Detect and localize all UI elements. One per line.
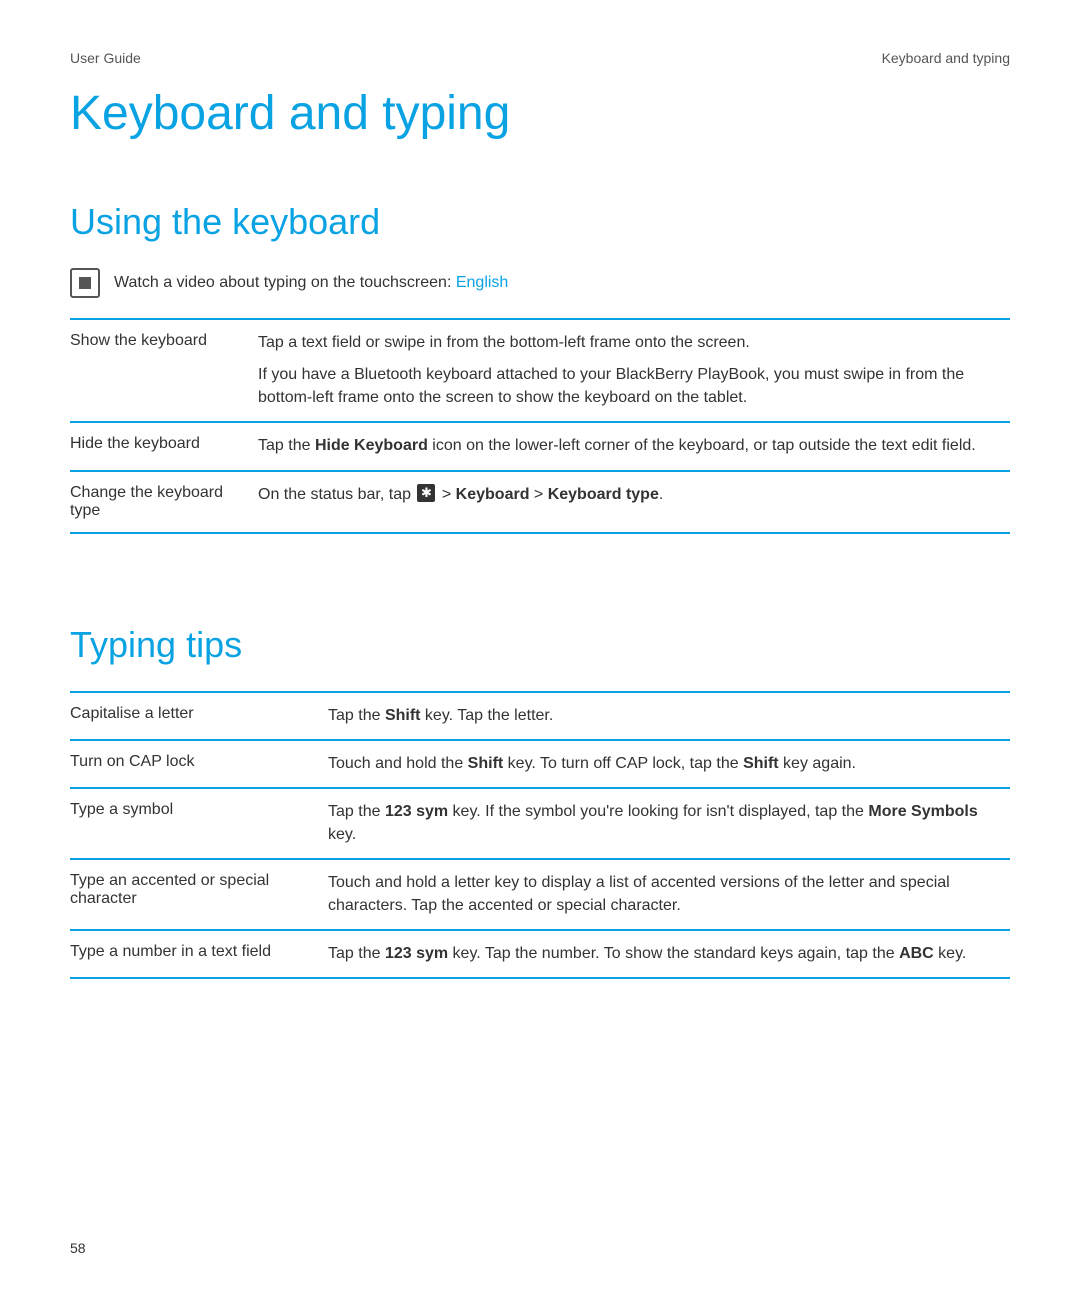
row-label: Show the keyboard — [70, 319, 258, 422]
table-row: Type a symbolTap the 123 sym key. If the… — [70, 788, 1010, 859]
table-row: Show the keyboardTap a text field or swi… — [70, 319, 1010, 422]
row-label: Type a symbol — [70, 788, 328, 859]
row-label: Hide the keyboard — [70, 422, 258, 470]
settings-icon: ✱ — [417, 484, 435, 502]
row-content: Tap the 123 sym key. If the symbol you'r… — [328, 788, 1010, 859]
video-link[interactable]: English — [456, 274, 508, 291]
table-row: Type a number in a text fieldTap the 123… — [70, 930, 1010, 978]
row-label: Change the keyboard type — [70, 471, 258, 533]
row-label: Capitalise a letter — [70, 692, 328, 740]
row-label: Type an accented or special character — [70, 859, 328, 930]
table-row: Type an accented or special characterTou… — [70, 859, 1010, 930]
keyboard-actions-table: Show the keyboardTap a text field or swi… — [70, 318, 1010, 534]
row-content: Touch and hold the Shift key. To turn of… — [328, 740, 1010, 788]
row-content: On the status bar, tap ✱ > Keyboard > Ke… — [258, 471, 1010, 533]
row-content: Tap the Hide Keyboard icon on the lower-… — [258, 422, 1010, 470]
row-content: Tap a text field or swipe in from the bo… — [258, 319, 1010, 422]
row-content: Tap the 123 sym key. Tap the number. To … — [328, 930, 1010, 978]
page-title: Keyboard and typing — [70, 86, 1010, 141]
table-row: Capitalise a letterTap the Shift key. Ta… — [70, 692, 1010, 740]
row-content: Tap the Shift key. Tap the letter. — [328, 692, 1010, 740]
row-label: Turn on CAP lock — [70, 740, 328, 788]
section-heading: Typing tips — [70, 624, 1010, 666]
video-caption: Watch a video about typing on the touchs… — [114, 274, 508, 292]
header-right: Keyboard and typing — [882, 50, 1010, 66]
page-number: 58 — [70, 1240, 86, 1256]
table-row: Turn on CAP lockTouch and hold the Shift… — [70, 740, 1010, 788]
header-left: User Guide — [70, 50, 141, 66]
section-heading: Using the keyboard — [70, 201, 1010, 243]
typing-tips-table: Capitalise a letterTap the Shift key. Ta… — [70, 691, 1010, 980]
row-label: Type a number in a text field — [70, 930, 328, 978]
video-icon — [70, 268, 100, 298]
table-row: Change the keyboard typeOn the status ba… — [70, 471, 1010, 533]
table-row: Hide the keyboardTap the Hide Keyboard i… — [70, 422, 1010, 470]
row-content: Touch and hold a letter key to display a… — [328, 859, 1010, 930]
